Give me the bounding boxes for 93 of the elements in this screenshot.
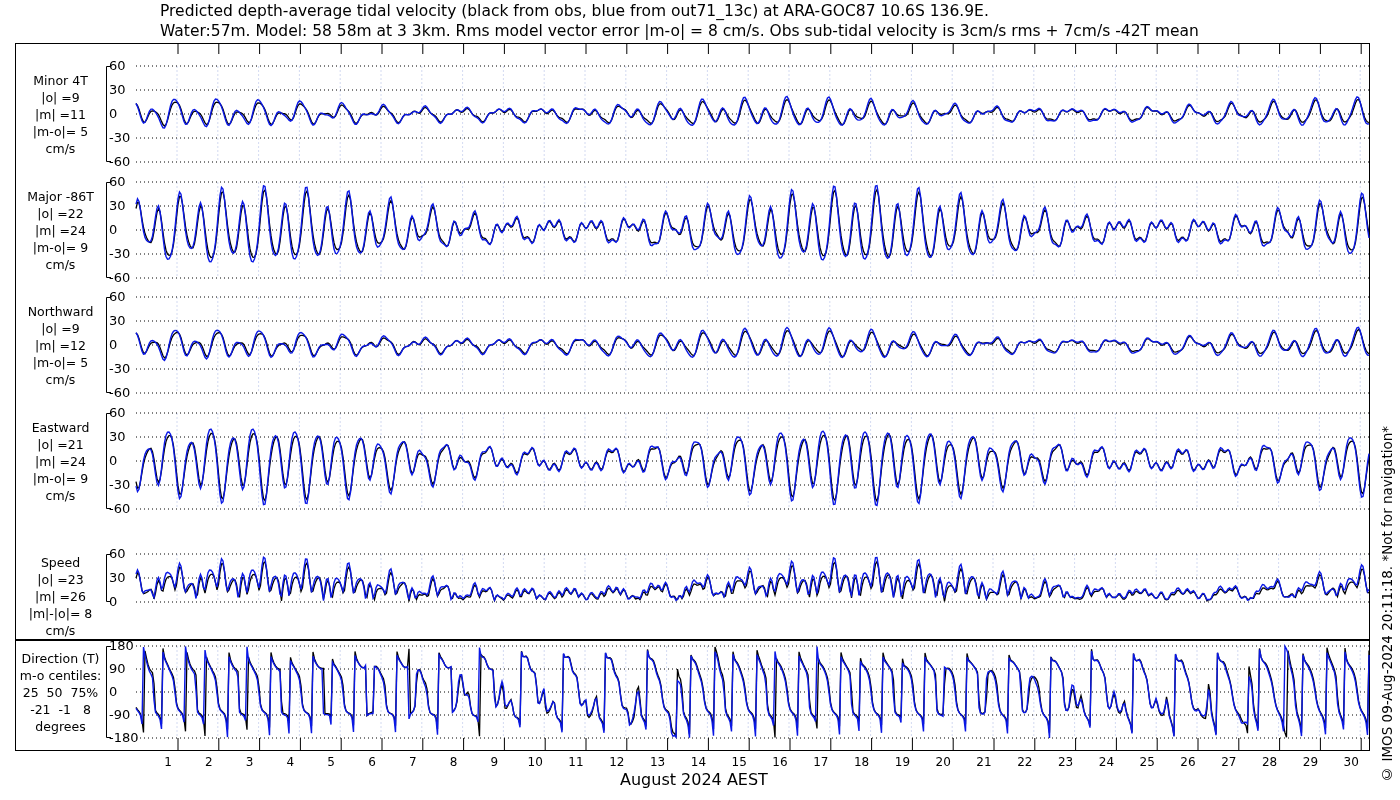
y-tick-label: -90 bbox=[109, 706, 131, 722]
x-tick-label: 5 bbox=[327, 754, 335, 771]
x-tick-label: 26 bbox=[1180, 754, 1196, 771]
x-tick-label: 6 bbox=[368, 754, 376, 771]
x-tick-label: 14 bbox=[690, 754, 707, 771]
y-tick-label: -60 bbox=[109, 153, 131, 169]
panel-label: |m| =24 bbox=[35, 452, 86, 470]
panel-label: |o| =9 bbox=[41, 319, 80, 337]
y-tick-label: 0 bbox=[109, 336, 118, 352]
x-tick-label: 28 bbox=[1261, 754, 1278, 771]
x-tick-label: 1 bbox=[164, 754, 172, 771]
panel-label: cm/s bbox=[45, 370, 76, 388]
y-tick-label: -60 bbox=[109, 384, 131, 400]
y-tick-label: 60 bbox=[109, 288, 126, 304]
panel-label: Major -86T bbox=[27, 187, 94, 205]
y-tick-label: -30 bbox=[109, 129, 131, 145]
y-tick-label: -60 bbox=[109, 500, 131, 516]
panel-label: Direction (T) bbox=[21, 649, 100, 667]
y-tick-label: -30 bbox=[109, 476, 131, 492]
panel-label: |o| =23 bbox=[37, 571, 84, 588]
x-tick-label: 29 bbox=[1302, 754, 1319, 771]
x-tick-label: 17 bbox=[813, 754, 829, 771]
panel-label: cm/s bbox=[45, 622, 76, 639]
panel-label: Minor 4T bbox=[33, 71, 88, 89]
panel-label: |m| =24 bbox=[35, 221, 86, 239]
y-tick-label: -180 bbox=[109, 729, 139, 745]
panel-label: -21 -1 8 bbox=[30, 700, 91, 718]
y-tick-label: 0 bbox=[109, 683, 118, 699]
x-tick-label: 19 bbox=[894, 754, 911, 771]
y-tick-label: -30 bbox=[109, 360, 131, 376]
y-tick-label: 60 bbox=[109, 545, 126, 561]
panel-label: cm/s bbox=[45, 255, 76, 273]
x-tick-label: 13 bbox=[649, 754, 666, 771]
x-tick-label: 4 bbox=[286, 754, 295, 771]
panel-label: Speed bbox=[40, 554, 81, 571]
y-axis-line bbox=[106, 554, 112, 602]
x-tick-label: 21 bbox=[976, 754, 992, 771]
panel-label: Eastward bbox=[31, 418, 90, 436]
panel-label: 25 50 75% bbox=[22, 683, 99, 701]
y-tick-label: 0 bbox=[109, 105, 118, 121]
panel-label: degrees bbox=[35, 717, 86, 735]
panel-label: |m|-|o|= 8 bbox=[28, 605, 93, 622]
x-tick-label: 12 bbox=[609, 754, 625, 771]
x-tick-label: 18 bbox=[853, 754, 870, 771]
panel-label: Northward bbox=[27, 302, 94, 320]
panel-label: |o| =9 bbox=[41, 88, 80, 106]
panel-label: |o| =22 bbox=[37, 204, 84, 222]
y-tick-label: 0 bbox=[109, 452, 118, 468]
x-tick-label: 11 bbox=[568, 754, 584, 771]
y-tick-label: 30 bbox=[109, 81, 126, 97]
x-tick-label: 20 bbox=[935, 754, 951, 771]
x-tick-label: 22 bbox=[1017, 754, 1033, 771]
chart-title: Predicted depth-average tidal velocity (black from obs, blue from out71_13c) at ARA-GOC87 10.6S 136.9E. bbox=[160, 1, 990, 21]
x-tick-label: 25 bbox=[1139, 754, 1155, 771]
x-tick-label: 10 bbox=[527, 754, 543, 771]
y-tick-label: 0 bbox=[109, 593, 118, 609]
x-tick-label: 3 bbox=[245, 754, 254, 771]
y-tick-label: 180 bbox=[109, 637, 134, 653]
x-tick-label: 16 bbox=[772, 754, 788, 771]
x-tick-label: 23 bbox=[1057, 754, 1074, 771]
x-tick-label: 9 bbox=[490, 754, 499, 771]
copyright-notice: © IMOS 09-Aug-2024 20:11:18. *Not for navigation* bbox=[1378, 426, 1397, 782]
panel-label: |o| =21 bbox=[37, 435, 84, 453]
x-tick-label: 15 bbox=[731, 754, 747, 771]
x-tick-label: 8 bbox=[449, 754, 458, 771]
x-tick-label: 30 bbox=[1343, 754, 1359, 771]
panel-label: |m| =12 bbox=[35, 336, 86, 354]
chart-title: Water:57m. Model: 58 58m at 3 3km. Rms model vector error |m-o| = 8 cm/s. Obs sub-tidal velocity is 3cm/s rms + 7cm/s -42T mean bbox=[160, 21, 1200, 41]
y-tick-label: 90 bbox=[109, 660, 126, 676]
panel-label: cm/s bbox=[45, 139, 76, 157]
y-tick-label: 30 bbox=[109, 428, 126, 444]
panel-label: m-o centiles: bbox=[19, 666, 102, 684]
y-tick-label: 30 bbox=[109, 569, 126, 585]
x-tick-label: 2 bbox=[205, 754, 213, 771]
y-tick-label: 60 bbox=[109, 404, 126, 420]
panel-label: |m| =26 bbox=[35, 588, 86, 605]
y-tick-label: 30 bbox=[109, 197, 126, 213]
panel-label: |m-o|= 9 bbox=[32, 469, 89, 487]
panel-label: |m| =11 bbox=[35, 105, 86, 123]
panel-label: cm/s bbox=[45, 486, 76, 504]
panel-label: |m-o|= 9 bbox=[32, 238, 89, 256]
x-tick-label: 27 bbox=[1221, 754, 1237, 771]
y-tick-label: 0 bbox=[109, 221, 118, 237]
y-tick-label: -60 bbox=[109, 269, 131, 285]
y-tick-label: 30 bbox=[109, 312, 126, 328]
panel-label: |m-o|= 5 bbox=[32, 353, 89, 371]
y-tick-label: 60 bbox=[109, 173, 126, 189]
y-tick-label: 60 bbox=[109, 57, 126, 73]
panel-label: |m-o|= 5 bbox=[32, 122, 89, 140]
x-tick-label: 7 bbox=[409, 754, 417, 771]
y-tick-label: -30 bbox=[109, 245, 131, 261]
x-tick-label: 24 bbox=[1098, 754, 1115, 771]
x-axis-title: August 2024 AEST bbox=[620, 770, 768, 789]
